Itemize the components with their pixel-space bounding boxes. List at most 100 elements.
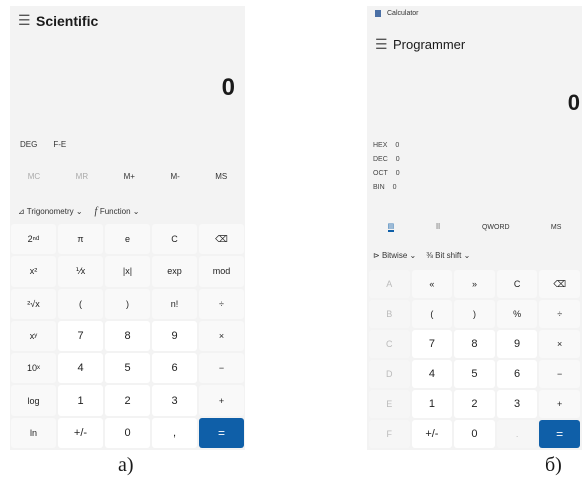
prog-key[interactable]: D	[369, 360, 410, 388]
prog-key[interactable]: C	[369, 330, 410, 358]
prog-key[interactable]: «	[411, 270, 453, 298]
prog-key[interactable]: )	[454, 300, 495, 328]
prog-key[interactable]: %	[496, 300, 538, 328]
sci-key[interactable]: π	[58, 224, 103, 255]
triangle-icon: ⊿	[18, 207, 27, 216]
sci-key[interactable]: 1	[58, 385, 103, 416]
sci-key[interactable]: +	[199, 385, 244, 416]
sci-key[interactable]: 8	[105, 320, 150, 352]
prog-key[interactable]: 6	[496, 360, 538, 388]
sci-key[interactable]: 6	[152, 353, 197, 384]
ms-button[interactable]: MS	[551, 224, 562, 231]
function-dropdown[interactable]: f Function ⌄	[95, 206, 140, 217]
prog-key[interactable]: B	[369, 300, 410, 328]
sci-key[interactable]: e	[105, 224, 150, 255]
sci-key[interactable]: 3	[152, 385, 197, 416]
prog-key[interactable]: E	[369, 390, 410, 418]
sci-key[interactable]: 2	[105, 385, 150, 416]
prog-key[interactable]: .	[496, 420, 538, 448]
memory-row: MC MR M+ M- MS	[10, 172, 245, 181]
mc-button[interactable]: MC	[28, 172, 40, 181]
bitwise-icon: ⊳	[373, 251, 382, 260]
bitwise-dropdown[interactable]: ⊳ Bitwise ⌄	[373, 251, 416, 260]
prog-key[interactable]: ÷	[539, 300, 580, 328]
fe-button[interactable]: F-E	[53, 140, 66, 149]
menu-icon[interactable]: ☰	[18, 12, 36, 29]
function-toolbar: ⊿ Trigonometry ⌄ f Function ⌄	[10, 206, 245, 217]
sci-key[interactable]: log	[11, 385, 56, 416]
sci-key[interactable]: n!	[152, 288, 197, 319]
prog-key[interactable]: ⌫	[539, 270, 580, 298]
prog-key[interactable]: 2	[454, 390, 495, 418]
sci-key[interactable]: xʸ	[11, 320, 56, 352]
sci-key[interactable]: ÷	[199, 288, 244, 319]
prog-key[interactable]: C	[496, 270, 538, 298]
sci-key[interactable]: 10ˣ	[11, 353, 56, 384]
radix-hex[interactable]: HEX 0	[373, 142, 399, 149]
prog-key[interactable]: (	[411, 300, 453, 328]
prog-key[interactable]: +/-	[411, 420, 453, 448]
sci-key[interactable]: x²	[11, 256, 56, 287]
sci-key[interactable]: |x|	[105, 256, 150, 287]
app-title: Calculator	[387, 10, 419, 17]
radix-dec[interactable]: DEC 0	[373, 156, 400, 163]
ms-button[interactable]: MS	[215, 172, 227, 181]
sci-key[interactable]: ×	[199, 320, 244, 352]
programmer-calculator: Calculator ☰ Programmer 0 HEX 0 DEC 0 OCT 0…	[367, 6, 582, 450]
m-plus-button[interactable]: M+	[124, 172, 135, 181]
trigonometry-dropdown[interactable]: ⊿ Trigonometry ⌄	[18, 207, 83, 216]
caption-a: а)	[118, 454, 134, 476]
sci-key[interactable]: )	[105, 288, 150, 319]
sci-key[interactable]: ,	[152, 417, 197, 448]
bitshift-dropdown[interactable]: ⅜ Bit shift ⌄	[426, 251, 470, 260]
word-row: ▤ ⠿ QWORD MS	[367, 222, 582, 232]
prog-key[interactable]: 0	[454, 420, 495, 448]
keypad: A «» C ⌫ B()% ÷ C 7 8 9 × D 4 5 6− E 1 2 3 + F +/- 0. =	[369, 270, 580, 448]
header: ☰ Scientific	[18, 12, 98, 29]
sci-key[interactable]: ²√x	[11, 288, 56, 319]
sci-key[interactable]: mod	[199, 256, 244, 287]
prog-key[interactable]: +	[539, 390, 580, 418]
sci-key[interactable]: 2ⁿᵈ	[11, 224, 56, 255]
prog-key[interactable]: 9	[496, 330, 538, 358]
word-size-button[interactable]: QWORD	[482, 224, 510, 231]
sci-key[interactable]: (	[58, 288, 103, 319]
sci-key[interactable]: =	[199, 417, 244, 448]
sci-key[interactable]: 9	[152, 320, 197, 352]
sci-key[interactable]: 7	[58, 320, 103, 352]
prog-key[interactable]: 4	[411, 360, 453, 388]
sci-key[interactable]: ⌫	[199, 224, 244, 255]
radix-bin[interactable]: BIN 0	[373, 184, 397, 191]
bitwise-toolbar: ⊳ Bitwise ⌄ ⅜ Bit shift ⌄	[373, 251, 470, 260]
prog-key[interactable]: 1	[411, 390, 453, 418]
prog-key[interactable]: 8	[454, 330, 495, 358]
sci-key[interactable]: +/-	[58, 417, 103, 448]
sci-key[interactable]: 5	[105, 353, 150, 384]
prog-key[interactable]: =	[539, 420, 580, 448]
sci-key[interactable]: −	[199, 353, 244, 384]
mr-button[interactable]: MR	[76, 172, 88, 181]
prog-key[interactable]: −	[539, 360, 580, 388]
prog-key[interactable]: F	[369, 420, 410, 448]
radix-oct[interactable]: OCT 0	[373, 170, 400, 177]
prog-key[interactable]: 7	[411, 330, 453, 358]
m-minus-button[interactable]: M-	[170, 172, 179, 181]
prog-key[interactable]: »	[454, 270, 495, 298]
deg-button[interactable]: DEG	[20, 140, 37, 149]
sci-key[interactable]: 0	[105, 417, 150, 448]
prog-key[interactable]: 5	[454, 360, 495, 388]
bit-toggle-keypad-icon[interactable]: ⠿	[436, 223, 441, 231]
sci-key[interactable]: 4	[58, 353, 103, 384]
prog-key[interactable]: 3	[496, 390, 538, 418]
prog-key[interactable]: A	[369, 270, 410, 298]
prog-key[interactable]: ×	[539, 330, 580, 358]
full-keypad-icon[interactable]: ▤	[387, 222, 395, 232]
sci-key[interactable]: ln	[11, 417, 56, 448]
chevron-down-icon: ⌄	[130, 207, 140, 216]
angle-row: DEG F-E	[10, 140, 245, 149]
sci-key[interactable]: exp	[152, 256, 197, 287]
sci-key[interactable]: ⅟x	[58, 256, 103, 287]
menu-icon[interactable]: ☰	[375, 36, 393, 53]
sci-key[interactable]: C	[152, 224, 197, 255]
chevron-down-icon: ⌄	[407, 251, 417, 260]
